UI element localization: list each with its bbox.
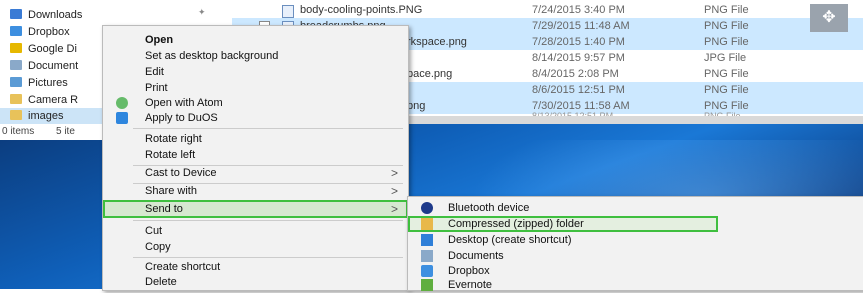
- menu-item-rotate-left[interactable]: Rotate left: [103, 146, 408, 164]
- status-item-count: 0 items: [2, 126, 35, 137]
- nav-item-label: Camera R: [28, 94, 79, 106]
- nav-item-pictures[interactable]: Pictures: [10, 75, 68, 91]
- file-name: rkspace.png: [407, 36, 467, 48]
- menu-item-delete[interactable]: Delete: [103, 273, 408, 291]
- dropbox-icon: [421, 265, 433, 277]
- file-date: 7/28/2015 1:40 PM: [532, 36, 625, 48]
- nav-item-label: Google Di: [28, 43, 77, 55]
- submenu-item-bluetooth[interactable]: Bluetooth device: [408, 200, 718, 216]
- submenu-item-label: Desktop (create shortcut): [448, 234, 572, 246]
- folder-icon: [10, 110, 22, 120]
- submenu-item-documents[interactable]: Documents: [408, 248, 718, 264]
- submenu-item-evernote[interactable]: Evernote: [408, 277, 718, 293]
- file-date: 8/6/2015 12:51 PM: [532, 84, 625, 96]
- folder-icon: [10, 94, 22, 104]
- submenu-item-label: Evernote: [448, 279, 493, 291]
- menu-item-label: Cast to Device: [145, 167, 217, 179]
- nav-item-google-drive[interactable]: Google Di: [10, 41, 77, 57]
- file-type: JPG File: [704, 52, 747, 64]
- file-date: 7/29/2015 11:48 AM: [532, 20, 630, 32]
- submenu-item-label: Compressed (zipped) folder: [448, 218, 584, 230]
- file-name: pace.png: [407, 68, 453, 80]
- nav-item-label: images: [28, 110, 64, 122]
- submenu-item-label: Documents: [448, 250, 504, 262]
- submenu-item-compressed-folder[interactable]: Compressed (zipped) folder: [408, 216, 718, 232]
- file-date: 8/4/2015 2:08 PM: [532, 68, 619, 80]
- menu-item-label: Rotate left: [145, 149, 196, 161]
- image-file-icon: [282, 5, 294, 18]
- nav-item-camera-roll[interactable]: Camera R: [10, 92, 78, 108]
- dropbox-icon: [10, 26, 22, 36]
- documents-icon: [421, 250, 433, 262]
- pictures-icon: [10, 77, 22, 87]
- zip-folder-icon: [421, 218, 433, 230]
- menu-item-label: Apply to DuOS: [145, 112, 218, 124]
- pin-icon[interactable]: ✦: [198, 7, 206, 18]
- menu-item-cast-to-device[interactable]: Cast to Device >: [103, 164, 408, 182]
- nav-item-documents[interactable]: Document: [10, 58, 78, 74]
- nav-item-label: Downloads: [28, 9, 83, 21]
- nav-item-label: Dropbox: [28, 26, 70, 38]
- file-type: PNG File: [704, 84, 749, 96]
- menu-separator: [133, 220, 403, 221]
- menu-item-label: Copy: [145, 241, 171, 253]
- file-date: 8/14/2015 9:57 PM: [532, 52, 625, 64]
- file-type: PNG File: [704, 36, 749, 48]
- google-drive-icon: [10, 43, 22, 53]
- duos-icon: [116, 112, 128, 124]
- menu-separator: [133, 128, 403, 129]
- file-type: PNG File: [704, 4, 749, 16]
- menu-item-label: Delete: [145, 276, 177, 288]
- nav-item-label: Document: [28, 60, 79, 72]
- submenu-arrow-icon: >: [390, 202, 398, 216]
- nav-item-downloads[interactable]: Downloads: [10, 7, 82, 23]
- submenu-arrow-icon: >: [390, 166, 398, 180]
- menu-item-share-with[interactable]: Share with >: [103, 182, 408, 200]
- menu-item-apply-to-duos[interactable]: Apply to DuOS: [103, 109, 408, 127]
- file-type: PNG File: [704, 20, 749, 32]
- documents-icon: [10, 60, 22, 70]
- file-row[interactable]: body-cooling-points.PNG 7/24/2015 3:40 P…: [232, 2, 863, 18]
- menu-item-copy[interactable]: Copy: [103, 238, 408, 256]
- submenu-item-desktop-shortcut[interactable]: Desktop (create shortcut): [408, 232, 718, 248]
- atom-icon: [116, 97, 128, 109]
- bluetooth-icon: [421, 202, 433, 214]
- desktop-icon: [421, 234, 433, 246]
- menu-item-label: Share with: [145, 185, 197, 197]
- nav-item-dropbox[interactable]: Dropbox: [10, 24, 70, 40]
- context-menu: Open Set as desktop background Edit Prin…: [102, 25, 409, 291]
- file-type: PNG File: [704, 68, 749, 80]
- send-to-submenu: Bluetooth device Compressed (zipped) fol…: [407, 196, 863, 291]
- download-folder-icon: [10, 9, 22, 19]
- file-name: body-cooling-points.PNG: [300, 4, 423, 16]
- evernote-icon: [421, 279, 433, 291]
- menu-item-send-to[interactable]: Send to >: [103, 200, 408, 218]
- nav-item-label: Pictures: [28, 77, 68, 89]
- status-selected-count: 5 ite: [56, 126, 75, 137]
- move-icon[interactable]: ✥: [810, 4, 848, 32]
- submenu-item-label: Bluetooth device: [448, 202, 530, 214]
- file-date: 7/24/2015 3:40 PM: [532, 4, 625, 16]
- submenu-arrow-icon: >: [390, 184, 398, 198]
- menu-item-label: Send to: [145, 203, 183, 215]
